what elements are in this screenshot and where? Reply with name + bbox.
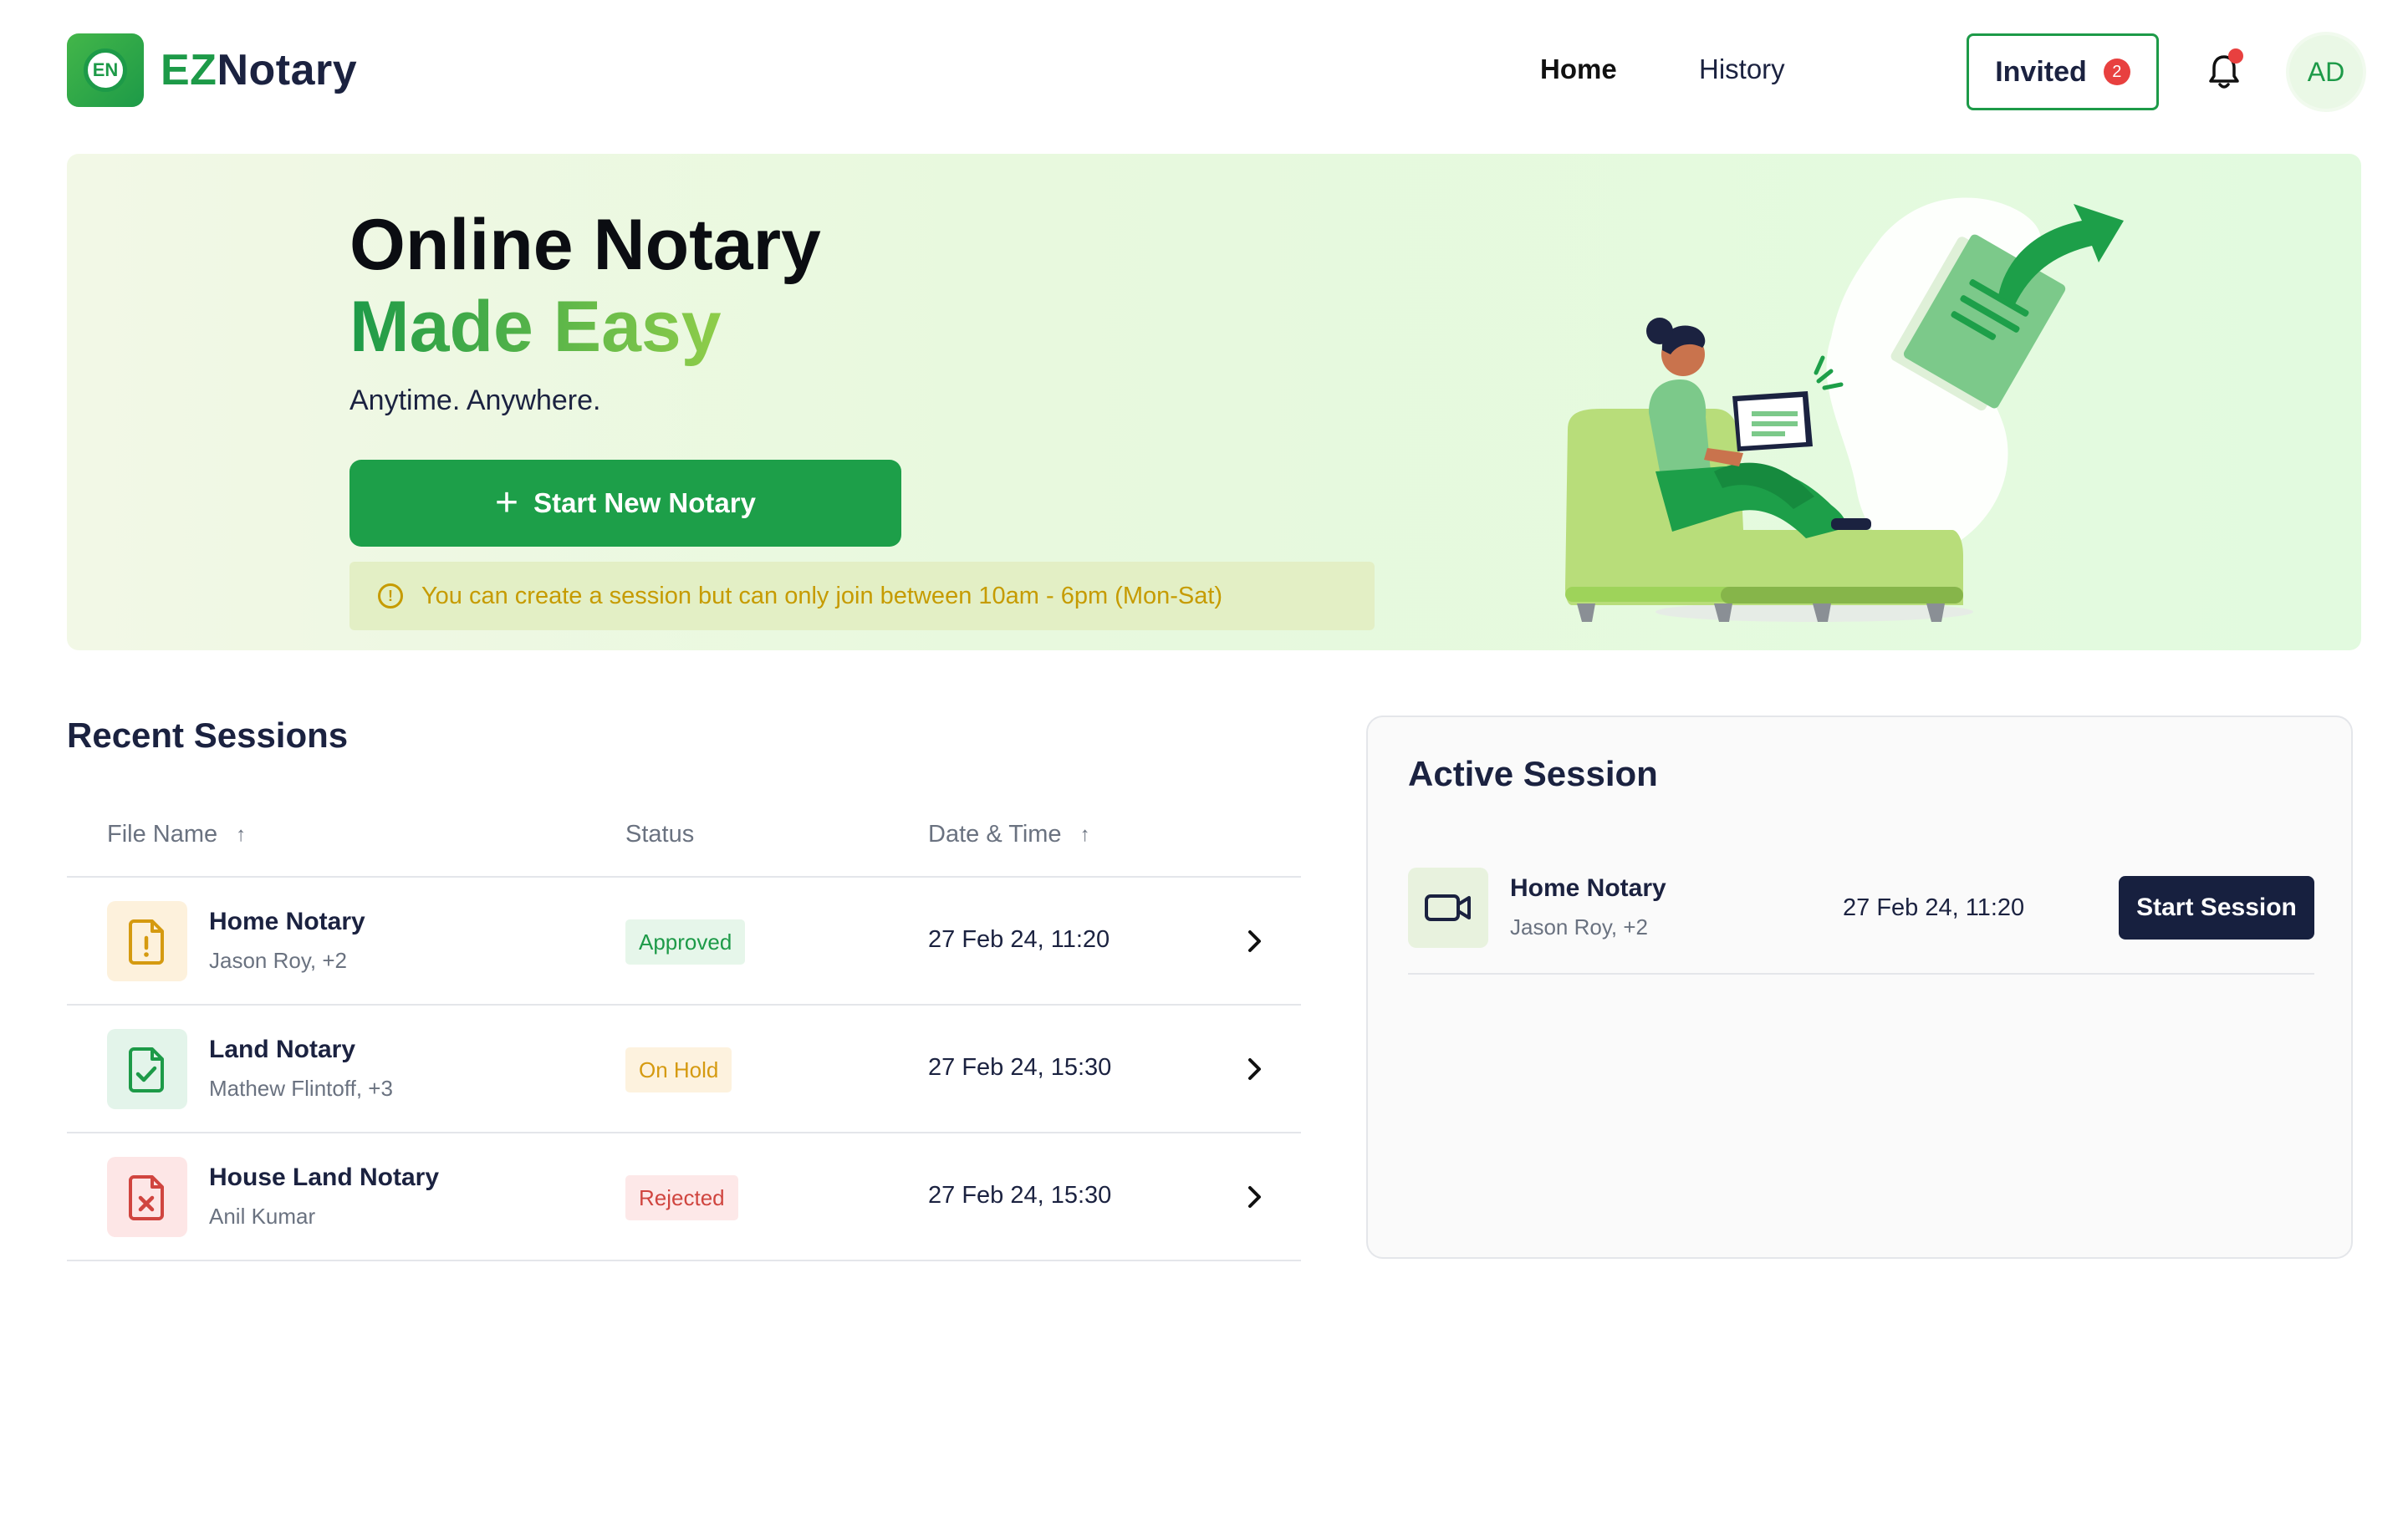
plus-icon: + [495,481,519,525]
row-participants: Anil Kumar [209,1204,316,1229]
row-participants: Mathew Flintoff, +3 [209,1076,393,1101]
notary-illustration [1565,197,2124,622]
document-check-icon [107,1029,187,1109]
invited-count-badge: 2 [2103,59,2130,85]
table-row[interactable]: House Land Notary Anil Kumar Rejected 27… [67,1133,1301,1261]
start-session-button[interactable]: Start Session [2119,876,2314,940]
hero-banner: Online Notary Made Easy Anytime. Anywher… [67,154,2361,650]
table-row[interactable]: Land Notary Mathew Flintoff, +3 On Hold … [67,1006,1301,1133]
active-session-title: Active Session [1408,754,1658,793]
start-new-notary-button[interactable]: + Start New Notary [349,460,901,547]
row-date-time: 27 Feb 24, 15:30 [928,1182,1112,1209]
hero-title-line2: Made Easy [349,287,722,367]
notification-dot [2228,48,2243,64]
document-alert-icon [107,901,187,981]
recent-sessions-title: Recent Sessions [67,716,349,755]
chevron-right-icon[interactable] [1237,1052,1271,1086]
video-camera-icon [1408,868,1488,948]
column-date-time[interactable]: Date & Time ↑ [928,821,1090,848]
row-file-name: Land Notary [209,1036,356,1063]
table-header: File Name ↑ Status Date & Time ↑ [67,802,1301,878]
sort-arrow-up-icon: ↑ [236,822,247,846]
column-status-label: Status [625,821,695,848]
logo-badge: EN [84,48,127,92]
nav-home-link[interactable]: Home [1540,53,1617,85]
column-file-name-label: File Name [107,821,218,848]
chevron-right-icon[interactable] [1237,1180,1271,1214]
hero-subtitle: Anytime. Anywhere. [349,384,601,416]
active-session-participants: Jason Roy, +2 [1510,914,1649,940]
chevron-right-icon[interactable] [1237,924,1271,958]
active-session-date-time: 27 Feb 24, 11:20 [1843,894,2025,921]
row-participants: Jason Roy, +2 [209,948,348,973]
status-badge: Approved [625,919,746,965]
logo-text: EZNotary [161,45,357,95]
status-badge: On Hold [625,1047,732,1092]
row-date-time: 27 Feb 24, 15:30 [928,1054,1112,1081]
start-new-notary-label: Start New Notary [533,487,756,518]
user-avatar[interactable]: AD [2286,32,2366,112]
active-session-name: Home Notary [1510,874,1666,902]
hero-title-line1: Online Notary [349,205,821,285]
column-file-name[interactable]: File Name ↑ [107,821,246,848]
status-badge: Rejected [625,1175,738,1220]
column-status: Status [625,821,694,848]
logo-text-notary: Notary [217,46,358,94]
row-file-name: Home Notary [209,908,365,935]
invited-label: Invited [1995,55,2087,88]
app-logo[interactable]: EN EZNotary [67,33,357,107]
logo-text-ez: EZ [161,46,217,94]
info-icon: ! [378,583,403,609]
table-row[interactable]: Home Notary Jason Roy, +2 Approved 27 Fe… [67,878,1301,1006]
active-session-row: Home Notary Jason Roy, +2 27 Feb 24, 11:… [1408,868,2314,975]
logo-mark: EN [67,33,144,107]
column-date-time-label: Date & Time [928,821,1062,848]
top-header: EN EZNotary Home History Invited 2 AD [0,0,2408,147]
recent-sessions-table: File Name ↑ Status Date & Time ↑ Home No… [67,802,1301,1261]
document-x-icon [107,1157,187,1237]
active-session-card: Active Session Home Notary Jason Roy, +2… [1366,716,2353,1259]
session-time-notice: ! You can create a session but can only … [349,562,1375,630]
session-time-notice-text: You can create a session but can only jo… [421,582,1223,609]
invited-button[interactable]: Invited 2 [1967,33,2159,110]
nav-history-link[interactable]: History [1699,53,1785,85]
sort-arrow-up-icon: ↑ [1079,822,1090,846]
row-file-name: House Land Notary [209,1164,440,1191]
row-date-time: 27 Feb 24, 11:20 [928,926,1110,953]
